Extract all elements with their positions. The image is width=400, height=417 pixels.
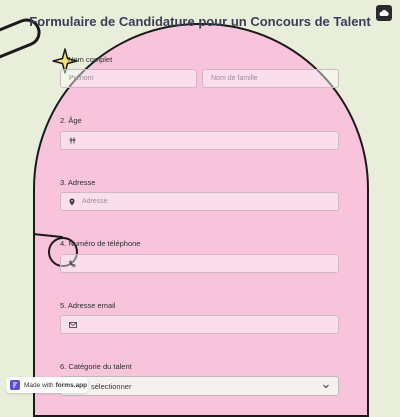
field-label-email: 5. Adresse email (60, 301, 116, 310)
chevron-down-icon (323, 384, 329, 389)
age-input[interactable] (60, 131, 339, 150)
email-input[interactable] (60, 315, 339, 334)
address-placeholder: Adresse (82, 198, 108, 205)
made-with-badge[interactable]: Made with forms.app (6, 377, 88, 393)
field-label-address: 3. Adresse (60, 178, 96, 187)
phone-icon (69, 260, 76, 267)
field-label-phone: 4. Numéro de téléphone (60, 239, 141, 248)
field-label-talent-category: 6. Catégorie du talent (60, 362, 132, 371)
first-name-input[interactable]: Prénom (60, 69, 197, 88)
forms-app-logo-icon (10, 380, 20, 390)
last-name-input[interactable]: Nom de famille (202, 69, 339, 88)
talent-category-select[interactable]: sélectionner (60, 376, 339, 396)
form-title: Formulaire de Candidature pour un Concou… (29, 14, 371, 29)
location-pin-icon (69, 198, 75, 206)
envelope-icon (69, 321, 77, 328)
first-name-placeholder: Prénom (69, 75, 94, 82)
field-label-age: 2. Âge (60, 116, 82, 125)
talent-category-value: sélectionner (91, 381, 132, 391)
badge-prefix: Made with (24, 381, 54, 389)
hash-icon (69, 137, 76, 144)
last-name-placeholder: Nom de famille (211, 75, 258, 82)
address-input[interactable]: Adresse (60, 192, 339, 211)
field-label-full-name: Nom complet (68, 55, 113, 64)
phone-input[interactable] (60, 254, 339, 273)
badge-brand: forms.app (55, 381, 88, 389)
